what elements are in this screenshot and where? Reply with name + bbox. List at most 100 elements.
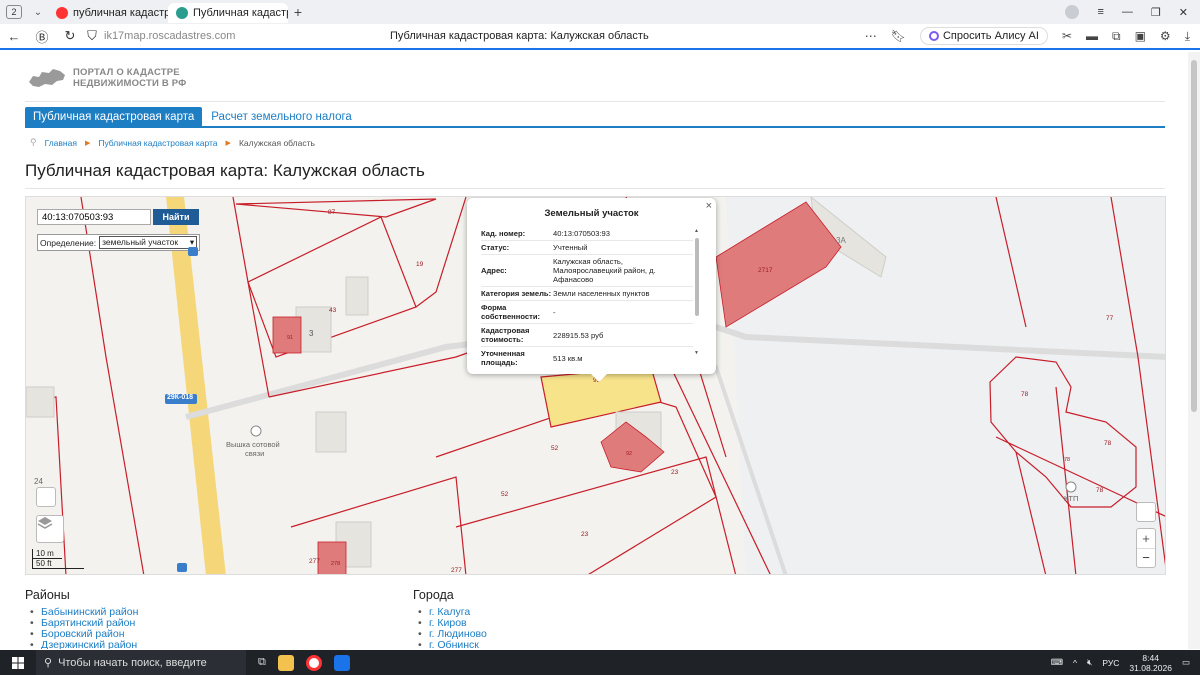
yandex-browser-icon[interactable]: [305, 654, 322, 671]
close-window-icon[interactable]: ✕: [1179, 6, 1188, 19]
popup-key: Кадастровая стоимость:: [481, 326, 530, 344]
map-tool-button[interactable]: [36, 487, 56, 507]
vpn-icon[interactable]: ⚙: [1160, 29, 1171, 43]
cadastral-map[interactable]: 87 19 43 3 91 52 92 23 52 23 277 278 277…: [25, 196, 1166, 575]
address-bar: ← Ⓑ ↻ ⛉ ik17map.roscadastres.com Публичн…: [0, 24, 1200, 50]
tray-chevron-icon[interactable]: ^: [1073, 658, 1077, 668]
layers-button[interactable]: [36, 515, 64, 543]
popup-row: Кад. номер: 40:13:070503:93: [481, 227, 693, 241]
road-label: 29К-018: [167, 394, 194, 401]
breadcrumb-arrow-icon: ▶: [84, 139, 91, 147]
parcel-label: 52: [501, 491, 509, 498]
scroll-down-icon[interactable]: ▼: [694, 350, 699, 356]
notifications-icon[interactable]: ▭: [1182, 657, 1190, 668]
find-button[interactable]: Найти: [153, 209, 199, 225]
main-menu: Публичная кадастровая карта Расчет земел…: [25, 107, 352, 127]
popup-value: 228915.53 руб: [553, 330, 604, 340]
zoom-out-button[interactable]: −: [1137, 549, 1155, 568]
clock[interactable]: 8:44 31.08.2026: [1129, 653, 1172, 673]
definition-select[interactable]: земельный участок ▾: [99, 236, 198, 249]
scroll-up-icon[interactable]: ▲: [694, 228, 699, 234]
file-explorer-icon[interactable]: [277, 654, 294, 671]
popup-scrollbar[interactable]: ▲ ▼: [694, 228, 700, 356]
popup-key: Статус:: [481, 243, 510, 252]
new-tab-icon[interactable]: +: [288, 4, 308, 20]
reload-icon[interactable]: ↻: [56, 28, 84, 44]
map-badge-icon[interactable]: [188, 247, 198, 256]
parcel-label: 91: [287, 335, 294, 341]
minimize-icon[interactable]: —: [1122, 6, 1133, 18]
tab-count[interactable]: 2: [6, 5, 22, 19]
house-number-label: 3А: [836, 236, 846, 245]
page-scroll-thumb[interactable]: [1191, 60, 1197, 412]
taskbar-search-placeholder: Чтобы начать поиск, введите: [58, 656, 207, 669]
maximize-icon[interactable]: ❐: [1151, 6, 1161, 19]
parcel-label: 92: [626, 451, 633, 457]
address-page-title: Публичная кадастровая карта: Калужская о…: [390, 30, 649, 42]
collections-icon[interactable]: ▣: [1135, 29, 1146, 43]
hat-icon[interactable]: ▬: [1086, 29, 1098, 43]
chevron-down-icon[interactable]: ⌄: [28, 7, 48, 18]
mute-icon[interactable]: 🔇︎: [1087, 657, 1092, 668]
language-indicator[interactable]: РУС: [1102, 658, 1119, 668]
parcel-label: 78: [1021, 391, 1029, 398]
district-link[interactable]: Дзержинский район: [25, 640, 138, 650]
close-icon[interactable]: ×: [706, 200, 712, 212]
tab-1[interactable]: публичная кадастровая к: [48, 3, 168, 23]
city-link[interactable]: г. Обнинск: [413, 640, 487, 650]
popup-value: 40:13:070503:93: [553, 229, 611, 238]
parcel-label: 77: [1106, 315, 1114, 322]
parcel-label: 19: [416, 261, 424, 268]
menu-underline: [25, 126, 1165, 128]
popup-value: 513 кв.м: [553, 353, 583, 363]
taskbar-search[interactable]: ⚲ Чтобы начать поиск, введите: [36, 650, 246, 675]
zoom-in-button[interactable]: +: [1137, 529, 1155, 549]
popup-value: Калужская область, Малоярославецкий райо…: [553, 257, 656, 284]
menu-icon[interactable]: ≡: [1097, 6, 1103, 18]
popup-row: Уточненная площадь: 513 кв.м: [481, 347, 693, 369]
parcel-label: 278: [331, 561, 341, 567]
house-number-label: 3: [309, 329, 314, 338]
bookmark-icon[interactable]: 🔖︎: [891, 29, 906, 43]
definition-control: Определение: земельный участок ▾: [37, 234, 201, 251]
zoom-level-label: 24: [34, 477, 43, 486]
poi-label-line-2: связи: [245, 449, 265, 458]
map-badge-icon[interactable]: [177, 563, 187, 572]
parcel-label: 78: [1096, 487, 1104, 494]
page-scrollbar[interactable]: [1188, 52, 1200, 649]
profile-avatar[interactable]: [1065, 5, 1080, 19]
russia-map-icon: [29, 69, 65, 87]
more-icon[interactable]: ⋯: [865, 29, 877, 43]
menu-item-cadastral-map[interactable]: Публичная кадастровая карта: [25, 107, 203, 127]
breadcrumb-map[interactable]: Публичная кадастровая карта: [98, 138, 217, 148]
site-logo[interactable]: ПОРТАЛ О КАДАСТРЕ НЕДВИЖИМОСТИ В РФ: [27, 66, 187, 90]
tab-2[interactable]: Публичная кадастровая ✕: [168, 3, 288, 23]
yandex-b-icon[interactable]: Ⓑ: [28, 27, 56, 46]
download-icon[interactable]: ⤓: [1185, 29, 1190, 44]
menu-item-land-tax[interactable]: Расчет земельного налога: [211, 111, 352, 123]
cadastral-number-input[interactable]: [37, 209, 151, 225]
alice-button[interactable]: Спросить Алису AI: [919, 27, 1048, 45]
fullscreen-button[interactable]: [1136, 502, 1156, 522]
keyboard-icon[interactable]: ⌨: [1051, 657, 1063, 668]
popup-key: Кад. номер:: [481, 229, 526, 238]
outlook-icon[interactable]: [333, 654, 350, 671]
scale-feet: 50 ft: [32, 559, 84, 569]
popup-scroll-thumb[interactable]: [695, 238, 699, 316]
tab-2-label: Публичная кадастровая: [193, 7, 288, 19]
breadcrumb-arrow-icon: ▶: [225, 139, 231, 147]
map-search: Найти: [37, 209, 199, 225]
popup-value: Земли населенных пунктов: [553, 289, 650, 298]
extension-icon[interactable]: ✂: [1062, 29, 1072, 43]
shield-icon[interactable]: ⛉: [84, 28, 100, 44]
windows-start-icon[interactable]: [0, 656, 36, 669]
puzzle-icon[interactable]: ⧉: [1112, 29, 1121, 44]
divider: [25, 188, 1165, 189]
breadcrumb-home[interactable]: Главная: [45, 138, 77, 148]
parcel-popup: Земельный участок × Кад. номер: 40:13:070…: [467, 198, 716, 382]
parcel-label: 2717: [758, 267, 773, 274]
url-field[interactable]: ik17map.roscadastres.com: [104, 30, 294, 42]
back-icon[interactable]: ←: [0, 29, 28, 44]
districts-column: Районы Бабынинский район Барятинский рай…: [25, 588, 138, 649]
task-view-icon[interactable]: ⧉: [258, 656, 266, 669]
